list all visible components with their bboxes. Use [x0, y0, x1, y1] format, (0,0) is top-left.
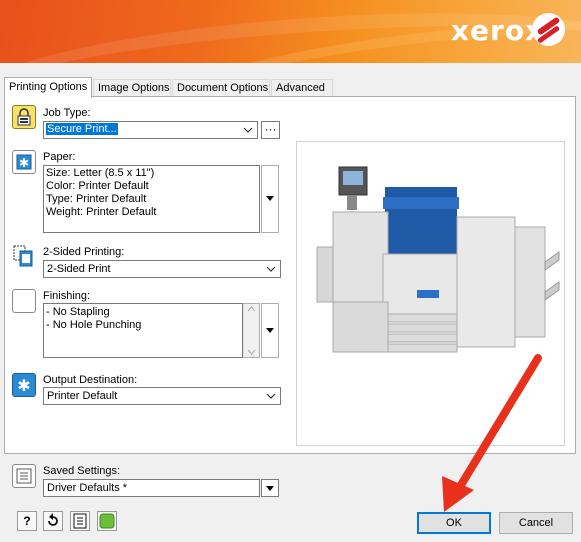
saved-settings-select[interactable]: Driver Defaults * [43, 479, 260, 497]
job-type-select[interactable]: Secure Print... [43, 121, 258, 139]
two-sided-select[interactable]: 2-Sided Print [43, 260, 281, 278]
tab-advanced[interactable]: Advanced [271, 79, 333, 97]
saved-settings-value: Driver Defaults * [47, 482, 128, 494]
finishing-label: Finishing: [43, 290, 91, 302]
job-type-value: Secure Print... [46, 123, 118, 135]
output-destination-label: Output Destination: [43, 374, 138, 386]
chevron-down-icon [266, 266, 276, 272]
tab-printing-options[interactable]: Printing Options [4, 77, 92, 98]
saved-settings-icon [12, 464, 36, 488]
caret-down-icon [266, 486, 274, 491]
finishing-scrollbar[interactable] [243, 303, 260, 358]
caret-down-icon [266, 328, 274, 333]
chevron-down-icon [266, 393, 276, 399]
xerox-logo-icon [532, 13, 565, 46]
paper-dropdown-button[interactable] [261, 165, 279, 233]
paper-icon: ✱ [12, 150, 36, 174]
job-type-label: Job Type: [43, 107, 91, 119]
xerox-logo-text: xerox [451, 14, 545, 47]
eco-mode-button[interactable] [97, 511, 117, 531]
paper-color-line: Color: Printer Default [46, 180, 149, 192]
finishing-dropdown-button[interactable] [261, 303, 279, 358]
paper-type-line: Type: Printer Default [46, 193, 147, 205]
paper-size-line: Size: Letter (8.5 x 11") [46, 167, 155, 179]
caret-down-icon [266, 196, 274, 201]
output-destination-select[interactable]: Printer Default [43, 387, 281, 405]
summary-button[interactable] [70, 511, 90, 531]
output-destination-value: Printer Default [47, 390, 118, 402]
document-list-icon [73, 513, 87, 529]
output-destination-icon: ✱ [12, 373, 36, 397]
leaf-icon [99, 513, 115, 529]
finishing-hole-punch-line: - No Hole Punching [46, 319, 142, 331]
two-sided-label: 2-Sided Printing: [43, 246, 125, 258]
two-sided-value: 2-Sided Print [47, 263, 111, 275]
paper-weight-line: Weight: Printer Default [46, 206, 157, 218]
xerox-banner: xerox [0, 0, 581, 63]
lock-icon [12, 105, 36, 129]
finishing-summary-box: - No Stapling - No Hole Punching [43, 303, 243, 358]
job-type-more-button[interactable]: ··· [261, 121, 280, 139]
finishing-icon [12, 289, 36, 313]
tab-document-options[interactable]: Document Options [172, 79, 270, 97]
tab-image-options[interactable]: Image Options [93, 79, 171, 97]
finishing-stapling-line: - No Stapling [46, 306, 110, 318]
svg-text:✱: ✱ [19, 156, 29, 170]
paper-summary-box: Size: Letter (8.5 x 11") Color: Printer … [43, 165, 260, 233]
saved-settings-dropdown-button[interactable] [261, 479, 279, 497]
paper-label: Paper: [43, 151, 76, 163]
refresh-icon [48, 513, 58, 526]
reset-button[interactable] [43, 511, 63, 531]
svg-text:✱: ✱ [17, 376, 30, 395]
chevron-down-icon [243, 127, 253, 133]
annotation-arrow-icon [442, 354, 542, 512]
two-sided-icon [12, 244, 36, 268]
help-button[interactable]: ? [17, 511, 37, 531]
saved-settings-label: Saved Settings: [43, 465, 121, 477]
